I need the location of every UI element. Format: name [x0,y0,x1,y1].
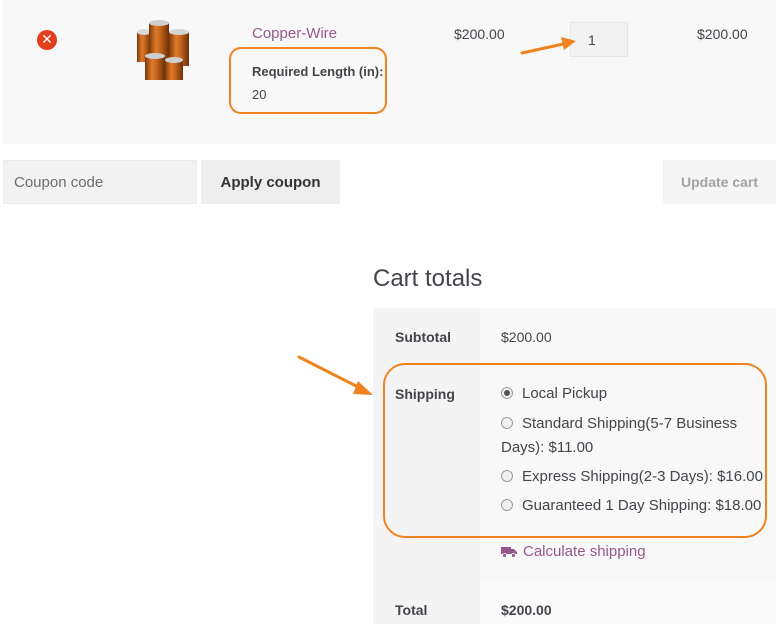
update-cart-button[interactable]: Update cart [663,160,776,204]
product-thumbnail[interactable] [135,18,195,82]
coupon-code-input[interactable] [3,160,197,204]
annotation-highlight-meta [229,47,387,114]
product-name-link[interactable]: Copper-Wire [252,25,337,42]
subtotal-value: $200.00 [501,329,552,345]
annotation-highlight-shipping [383,363,767,538]
total-value: $200.00 [501,602,552,618]
annotation-arrow-shipping [297,355,373,395]
item-price: $200.00 [454,26,505,42]
quantity-input[interactable] [570,22,628,57]
calculate-shipping-link[interactable]: Calculate shipping [501,543,646,560]
close-icon: ✕ [41,32,53,48]
apply-coupon-button[interactable]: Apply coupon [201,160,340,204]
total-label: Total [395,602,428,618]
truck-icon [501,546,517,558]
subtotal-label: Subtotal [395,329,451,345]
cart-totals-title: Cart totals [373,265,483,292]
remove-item-icon[interactable]: ✕ [37,30,57,50]
item-line-total: $200.00 [697,26,748,42]
cart-item-row [2,0,776,144]
